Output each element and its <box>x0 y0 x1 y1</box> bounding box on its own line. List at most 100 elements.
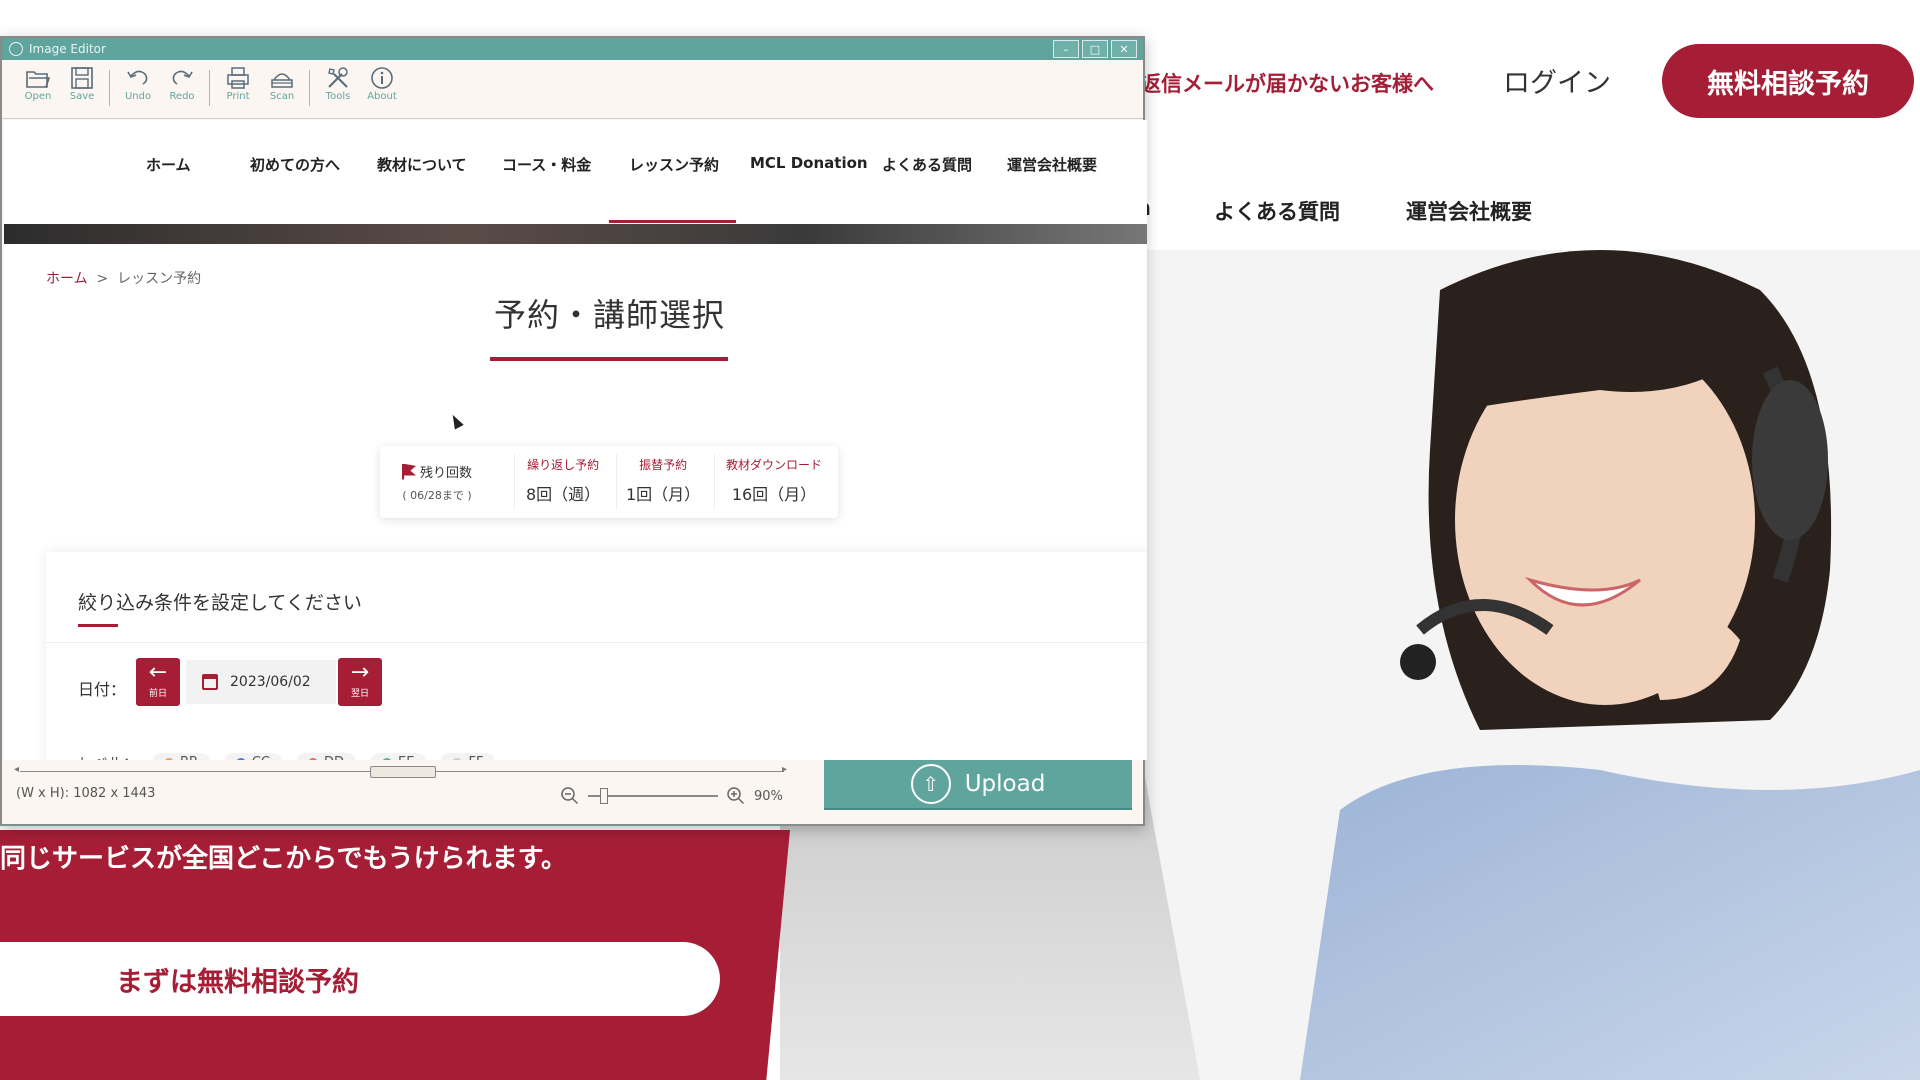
level-chip-label: DD <box>324 755 344 760</box>
level-chip-dd[interactable]: DD <box>296 753 357 760</box>
window-controls: – □ ✕ <box>1053 40 1137 58</box>
zoom-slider-knob[interactable] <box>600 788 608 804</box>
filter-divider <box>46 642 1147 643</box>
level-dot <box>452 757 463 760</box>
upload-button[interactable]: ⇧ Upload <box>824 760 1132 810</box>
open-label: Open <box>24 91 52 102</box>
mouse-cursor-icon <box>448 412 464 430</box>
save-label: Save <box>69 91 95 102</box>
nav-item-company[interactable]: 運営会社概要 <box>1406 196 1532 226</box>
page-title: 予約・講師選択 <box>494 296 726 334</box>
filter-title-underline <box>78 624 118 627</box>
image-dimensions: (W x H): 1082 x 1443 <box>16 786 156 801</box>
free-consultation-button[interactable]: 無料相談予約 <box>1662 44 1914 118</box>
stat-remaining-label: 残り回数 <box>420 466 473 481</box>
next-day-label: 翌日 <box>350 689 369 699</box>
undo-icon <box>127 70 148 85</box>
open-button[interactable]: Open <box>18 66 58 102</box>
stat-divider <box>714 454 715 510</box>
image-editor-window: Image Editor – □ ✕ Open Save Undo Redo P… <box>0 36 1147 826</box>
stat-recurring-value: 8回（週） <box>526 485 601 504</box>
redo-icon <box>172 70 193 85</box>
stat-download-label: 教材ダウンロード <box>726 458 823 472</box>
tools-button[interactable]: Tools <box>318 66 358 102</box>
tools-label: Tools <box>325 91 351 102</box>
scan-button[interactable]: Scan <box>262 66 302 102</box>
stat-recurring-label: 繰り返し予約 <box>527 458 600 472</box>
arrow-left-icon: ← <box>148 660 168 685</box>
calendar-icon <box>202 674 218 690</box>
date-input[interactable]: 2023/06/02 <box>186 660 336 704</box>
level-label: レベル： <box>78 752 138 760</box>
active-nav-underline <box>609 220 736 223</box>
save-icon <box>71 67 93 89</box>
level-dot <box>235 757 246 760</box>
web-nav-faq[interactable]: よくある質問 <box>882 154 972 175</box>
level-chip-cc[interactable]: CC <box>223 753 283 760</box>
stat-makeup-label: 振替予約 <box>639 458 688 472</box>
level-chip-ee[interactable]: EE <box>370 753 427 760</box>
editor-canvas[interactable]: ホーム 初めての方へ 教材について コース・料金 レッスン予約 MCL Dona… <box>4 120 1147 760</box>
toolbar-separator <box>309 70 310 106</box>
web-banner-strip <box>4 224 1147 244</box>
email-notice-link[interactable]: 返信メールが届かないお客様へ <box>1140 68 1434 98</box>
horizontal-scrollbar[interactable]: ◂ ▸ <box>14 764 790 778</box>
app-icon <box>9 42 23 56</box>
redo-button[interactable]: Redo <box>162 66 202 102</box>
about-label: About <box>367 91 397 102</box>
next-day-button[interactable]: → 翌日 <box>338 658 382 706</box>
title-bar[interactable]: Image Editor – □ ✕ <box>2 38 1143 60</box>
web-nav-home[interactable]: ホーム <box>146 154 191 175</box>
about-button[interactable]: About <box>362 66 402 102</box>
breadcrumb-home[interactable]: ホーム <box>46 271 88 287</box>
webpage-nav: ホーム 初めての方へ 教材について コース・料金 レッスン予約 MCL Dona… <box>4 120 1147 214</box>
web-nav-lesson-booking[interactable]: レッスン予約 <box>629 154 719 175</box>
web-nav-first-time[interactable]: 初めての方へ <box>250 154 340 175</box>
toolbar: Open Save Undo Redo Print Scan Tools Abo… <box>2 60 1143 119</box>
nav-item-faq[interactable]: よくある質問 <box>1214 196 1340 226</box>
zoom-out-icon[interactable] <box>560 786 580 806</box>
scroll-left-icon[interactable]: ◂ <box>14 764 19 775</box>
stat-download-value: 16回（月） <box>731 485 817 504</box>
level-chip-bb[interactable]: BB <box>152 753 210 760</box>
toolbar-separator <box>209 70 210 106</box>
web-nav-donation[interactable]: MCL Donation <box>750 154 868 172</box>
level-chip-label: CC <box>252 755 270 760</box>
zoom-in-icon[interactable] <box>726 786 746 806</box>
undo-label: Undo <box>124 91 152 102</box>
stat-makeup: 振替予約 1回（月） <box>626 456 700 505</box>
scan-icon <box>271 73 293 88</box>
info-icon <box>371 67 393 89</box>
web-nav-company[interactable]: 運営会社概要 <box>1007 154 1097 175</box>
minimize-button[interactable]: – <box>1053 40 1079 58</box>
close-button[interactable]: ✕ <box>1111 40 1137 58</box>
free-consultation-bottom-button[interactable]: まずは無料相談予約 <box>0 942 720 1016</box>
stat-remaining-sub: ( 06/28まで ) <box>402 489 472 502</box>
filter-panel: 絞り込み条件を設定してください 日付： ← 前日 2023/06/02 → 翌日… <box>46 552 1147 760</box>
print-button[interactable]: Print <box>218 66 258 102</box>
previous-day-button[interactable]: ← 前日 <box>136 658 180 706</box>
previous-day-label: 前日 <box>148 689 167 699</box>
scrollbar-thumb[interactable] <box>370 766 436 778</box>
filter-title: 絞り込み条件を設定してください <box>78 592 362 614</box>
scan-label: Scan <box>269 91 295 102</box>
date-value: 2023/06/02 <box>230 674 311 690</box>
folder-open-icon <box>26 71 51 88</box>
breadcrumb-separator: > <box>96 271 109 287</box>
stat-recurring: 繰り返し予約 8回（週） <box>526 456 600 505</box>
undo-button[interactable]: Undo <box>118 66 158 102</box>
maximize-button[interactable]: □ <box>1082 40 1108 58</box>
level-chip-label: EE <box>398 755 414 760</box>
arrow-right-icon: → <box>350 660 370 685</box>
web-nav-courses[interactable]: コース・料金 <box>502 154 591 175</box>
tools-icon <box>328 67 348 88</box>
zoom-slider[interactable] <box>588 788 718 804</box>
level-chip-label: FF <box>468 755 483 760</box>
web-nav-materials[interactable]: 教材について <box>377 154 467 175</box>
scroll-right-icon[interactable]: ▸ <box>782 764 787 775</box>
service-tagline: 同じサービスが全国どこからでもうけられます。 <box>0 844 568 874</box>
redo-label: Redo <box>169 91 195 102</box>
level-chip-ff[interactable]: FF <box>440 753 496 760</box>
login-link[interactable]: ログイン <box>1503 61 1611 100</box>
save-button[interactable]: Save <box>62 66 102 102</box>
